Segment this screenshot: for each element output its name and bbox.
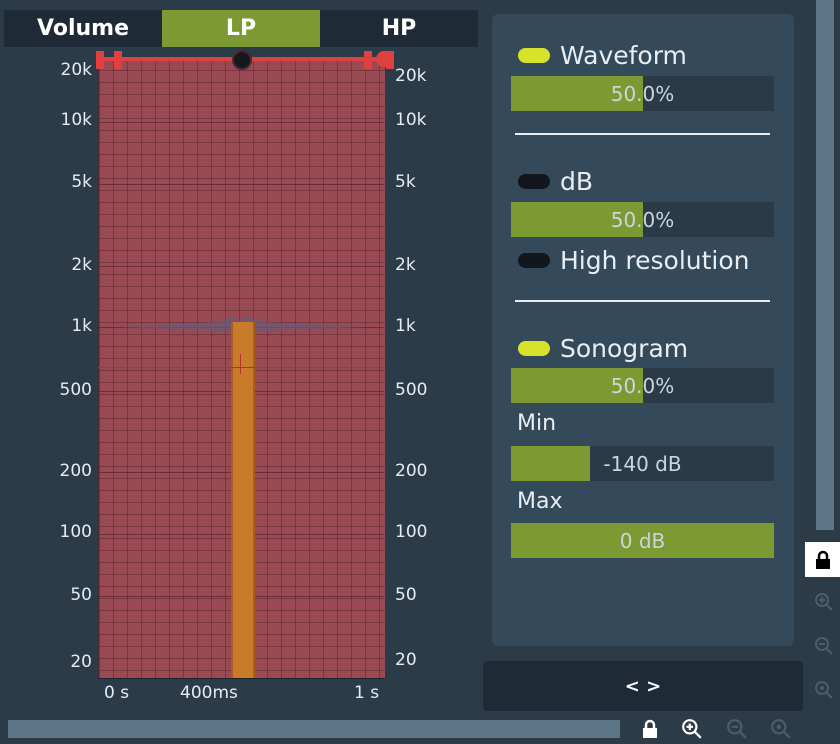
section-divider — [515, 133, 770, 135]
db-label: dB — [560, 167, 594, 196]
y-tick-right: 20k — [395, 66, 427, 86]
tab-volume[interactable]: Volume — [4, 10, 162, 47]
slider-value: 50.0% — [610, 81, 675, 106]
slider-value: 50.0% — [610, 207, 675, 232]
zoom-out-icon[interactable] — [724, 716, 750, 742]
waveform-slider[interactable]: 50.0% — [511, 76, 774, 111]
toggle-off-icon — [518, 174, 550, 189]
horizontal-scrollbar[interactable] — [6, 718, 622, 740]
x-tick: 0 s — [104, 683, 130, 703]
y-tick-left: 20 — [70, 652, 92, 672]
x-tick: 400ms — [180, 683, 238, 703]
toggle-off-icon — [518, 253, 550, 268]
expand-button[interactable]: < > — [483, 661, 803, 711]
y-tick-left: 200 — [59, 461, 92, 481]
zoom-in-icon[interactable] — [812, 590, 836, 614]
lock-icon[interactable] — [805, 542, 840, 577]
zoom-in-icon[interactable] — [679, 716, 705, 742]
time-axis — [98, 678, 384, 679]
y-tick-left: 2k — [71, 255, 92, 275]
sonogram-label: Sonogram — [560, 334, 689, 363]
max-label: Max — [517, 489, 563, 514]
y-tick-left: 50 — [70, 585, 92, 605]
tab-hp[interactable]: HP — [320, 10, 478, 47]
slider-value: 0 dB — [619, 528, 666, 553]
y-tick-right: 2k — [395, 255, 416, 275]
zoom-reset-icon[interactable] — [768, 716, 794, 742]
db-slider[interactable]: 50.0% — [511, 202, 774, 237]
y-tick-right: 5k — [395, 172, 416, 192]
grid-line — [98, 184, 384, 185]
lp-left-handle[interactable] — [96, 51, 104, 69]
sonogram-signal — [231, 322, 255, 678]
high-resolution-label: High resolution — [560, 246, 750, 275]
y-tick-left: 10k — [60, 110, 92, 130]
slider-value: 50.0% — [610, 373, 675, 398]
scroll-thumb[interactable] — [8, 720, 620, 738]
lp-center-knob[interactable] — [232, 50, 252, 70]
y-tick-left: 100 — [59, 522, 92, 542]
toggle-on-icon — [518, 341, 550, 356]
section-divider — [515, 300, 770, 302]
y-tick-right: 20 — [395, 650, 417, 670]
sonogram-slider[interactable]: 50.0% — [511, 368, 774, 403]
lp-right-knob[interactable] — [376, 51, 392, 67]
sonogram-toggle[interactable]: Sonogram — [518, 334, 688, 363]
min-slider[interactable]: -140 dB — [511, 446, 774, 481]
y-tick-right: 1k — [395, 316, 416, 336]
y-tick-left: 500 — [59, 380, 92, 400]
scroll-thumb[interactable] — [816, 0, 834, 530]
lock-icon[interactable] — [637, 716, 663, 742]
grid-line — [98, 122, 384, 123]
y-tick-right: 50 — [395, 585, 417, 605]
y-tick-right: 10k — [395, 110, 427, 130]
toggle-on-icon — [518, 48, 550, 63]
min-label: Min — [517, 411, 557, 436]
y-tick-left: 1k — [71, 316, 92, 336]
y-tick-left: 5k — [71, 172, 92, 192]
high-resolution-toggle[interactable]: High resolution — [518, 246, 750, 275]
zoom-out-icon[interactable] — [812, 634, 836, 658]
db-toggle[interactable]: dB — [518, 167, 593, 196]
y-tick-left: 20k — [60, 60, 92, 80]
waveform-toggle[interactable]: Waveform — [518, 41, 687, 70]
crosshair-line — [98, 367, 384, 368]
y-tick-right: 200 — [395, 461, 428, 481]
x-tick: 1 s — [354, 683, 380, 703]
tab-lp[interactable]: LP — [162, 10, 320, 47]
max-slider[interactable]: 0 dB — [511, 523, 774, 558]
zoom-reset-icon[interactable] — [812, 678, 836, 702]
slider-value: -140 dB — [603, 451, 682, 476]
lp-left-handle-2[interactable] — [114, 51, 122, 69]
y-tick-right: 500 — [395, 380, 428, 400]
y-tick-right: 100 — [395, 522, 428, 542]
vertical-scrollbar[interactable] — [814, 0, 836, 530]
grid-line — [98, 266, 384, 267]
crosshair-tick — [240, 354, 241, 374]
waveform-label: Waveform — [560, 41, 687, 70]
view-tabs: Volume LP HP — [4, 10, 478, 47]
lp-right-handle[interactable] — [364, 51, 372, 69]
